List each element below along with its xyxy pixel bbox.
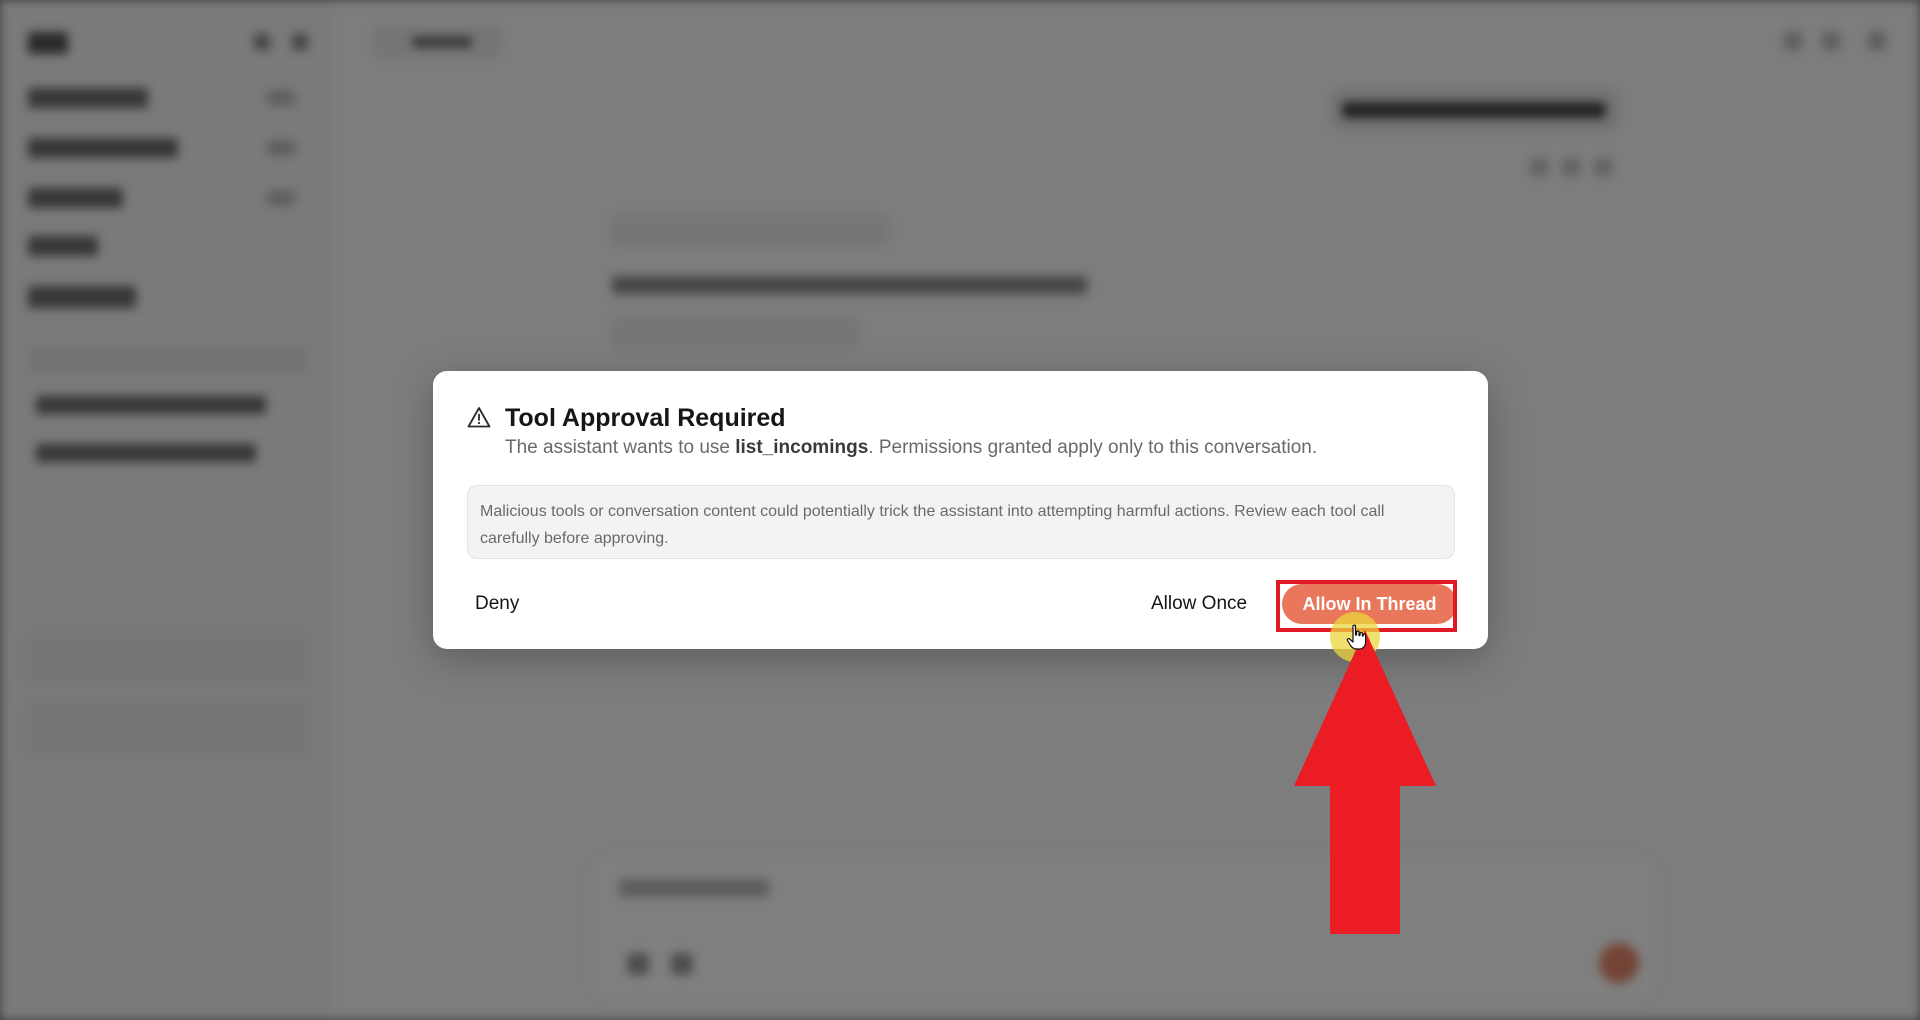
deny-button[interactable]: Deny <box>461 586 533 622</box>
warning-notice: Malicious tools or conversation content … <box>467 485 1455 559</box>
hand-pointer-icon <box>1346 624 1367 650</box>
description-prefix: The assistant wants to use <box>505 437 736 458</box>
dialog-description: The assistant wants to use list_incoming… <box>505 437 1317 459</box>
red-arrow-annotation <box>1294 630 1436 934</box>
warning-triangle-icon <box>467 407 491 428</box>
dialog-title: Tool Approval Required <box>505 404 786 432</box>
tool-name: list_incomings <box>735 437 869 458</box>
description-suffix: . Permissions granted apply only to this… <box>868 437 1318 458</box>
allow-once-button[interactable]: Allow Once <box>1137 586 1261 622</box>
